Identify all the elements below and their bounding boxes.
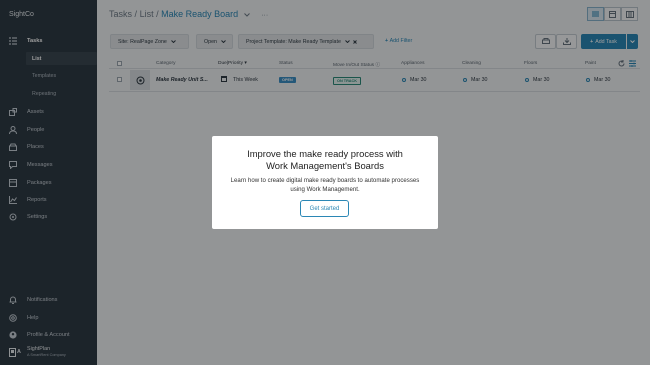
modal-title-line1: Improve the make ready process with [247, 148, 403, 159]
get-started-button[interactable]: Get started [300, 200, 349, 217]
promo-modal: Improve the make ready process with Work… [212, 136, 438, 229]
modal-title-line2: Work Management's Boards [266, 160, 384, 171]
modal-title: Improve the make ready process with Work… [212, 148, 438, 172]
modal-body: Learn how to create digital make ready b… [230, 177, 420, 193]
